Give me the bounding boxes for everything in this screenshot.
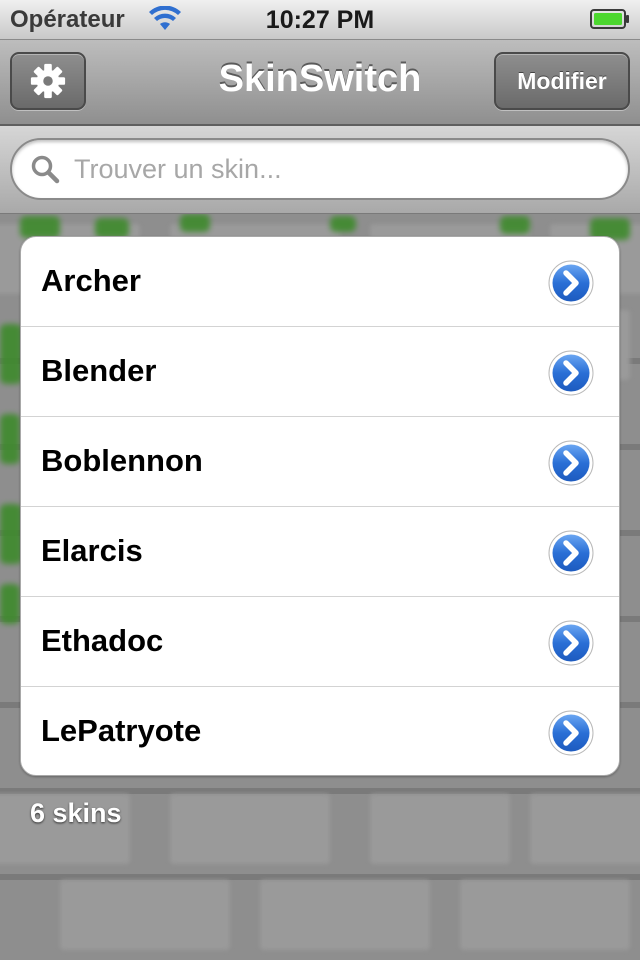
search-bar	[0, 126, 640, 214]
skin-count-label: 6 skins	[30, 798, 122, 828]
skin-name: Elarcis	[41, 533, 143, 568]
list-item[interactable]: Elarcis	[21, 507, 619, 597]
chevron-right-circle-icon[interactable]	[547, 529, 595, 577]
list-item[interactable]: LePatryote	[21, 687, 619, 775]
navigation-bar: SkinSwitch Modifier	[0, 40, 640, 126]
search-input[interactable]	[74, 148, 604, 190]
skin-name: Boblennon	[41, 443, 203, 478]
skin-list: Archer Blender Boblennon Elarcis Ethadoc LePa…	[20, 236, 620, 776]
battery-icon	[590, 9, 629, 29]
list-item[interactable]: Ethadoc	[21, 597, 619, 687]
edit-button[interactable]: Modifier	[494, 52, 630, 110]
chevron-right-circle-icon[interactable]	[547, 709, 595, 757]
settings-button[interactable]	[10, 52, 86, 110]
skin-name: Archer	[41, 263, 141, 298]
chevron-right-circle-icon[interactable]	[547, 619, 595, 667]
chevron-right-circle-icon[interactable]	[547, 349, 595, 397]
chevron-right-circle-icon[interactable]	[547, 439, 595, 487]
status-time: 10:27 PM	[265, 6, 375, 34]
skin-name: LePatryote	[41, 713, 202, 748]
list-item[interactable]: Blender	[21, 327, 619, 417]
status-bar: Opérateur 10:27 PM	[0, 0, 640, 40]
gear-icon	[30, 63, 66, 99]
skin-name: Blender	[41, 353, 157, 388]
skin-name: Ethadoc	[41, 623, 164, 658]
list-item[interactable]: Archer	[21, 237, 619, 327]
search-field[interactable]	[10, 138, 630, 200]
list-item[interactable]: Boblennon	[21, 417, 619, 507]
chevron-right-circle-icon[interactable]	[547, 259, 595, 307]
search-icon	[31, 155, 60, 184]
page-title: SkinSwitch	[218, 58, 422, 100]
